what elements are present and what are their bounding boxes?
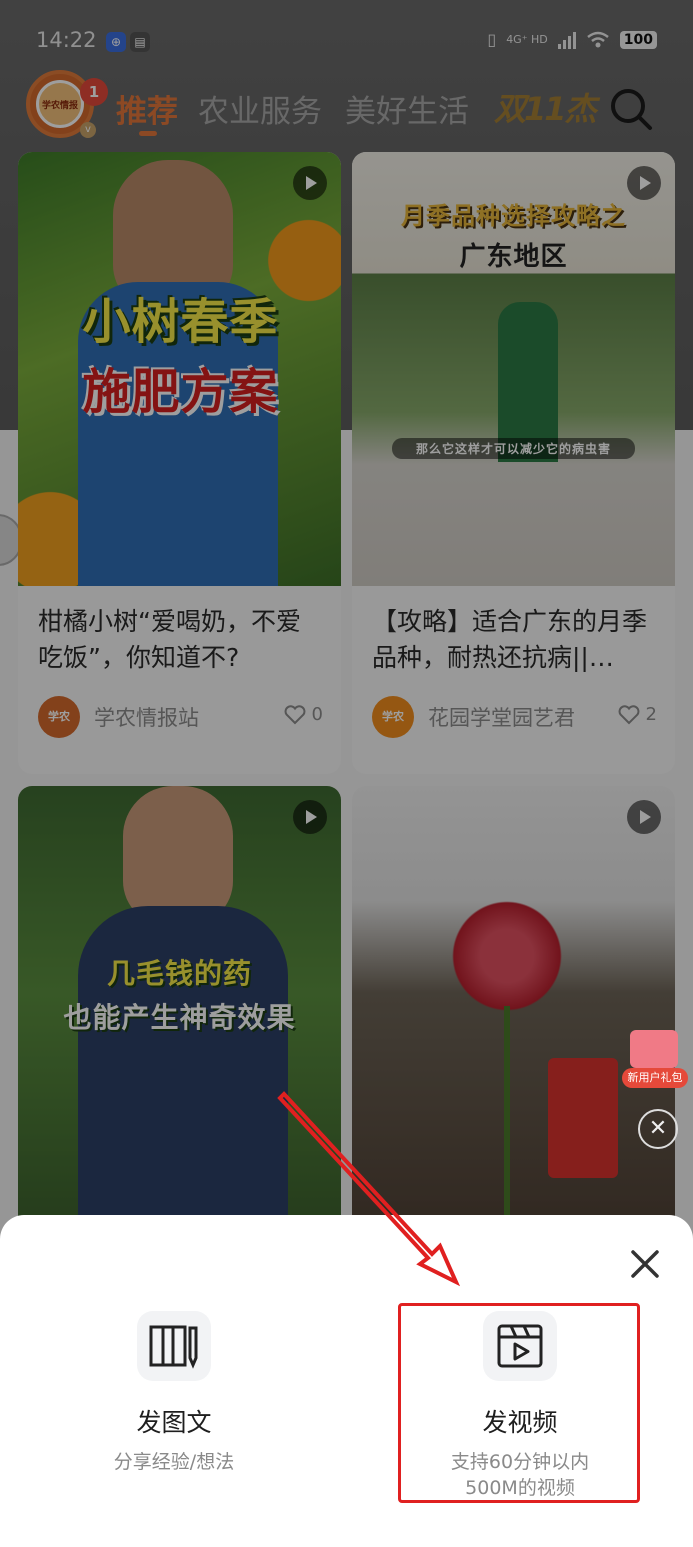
close-icon[interactable]	[626, 1245, 664, 1283]
gift-label: 新用户礼包	[622, 1068, 688, 1088]
post-image-text-option[interactable]: 发图文 分享经验/想法	[24, 1311, 324, 1475]
option-title: 发图文	[136, 1408, 212, 1437]
new-user-gift[interactable]: 新用户礼包	[622, 1024, 688, 1088]
publish-bottom-sheet: 发图文 分享经验/想法 发视频 支持60分钟以内 500M的视频	[0, 1215, 693, 1547]
image-text-icon	[137, 1311, 211, 1381]
highlight-box	[398, 1303, 640, 1503]
gift-close-icon[interactable]: ✕	[638, 1109, 678, 1149]
option-subtitle: 分享经验/想法	[113, 1451, 235, 1473]
gift-icon	[630, 1030, 678, 1068]
